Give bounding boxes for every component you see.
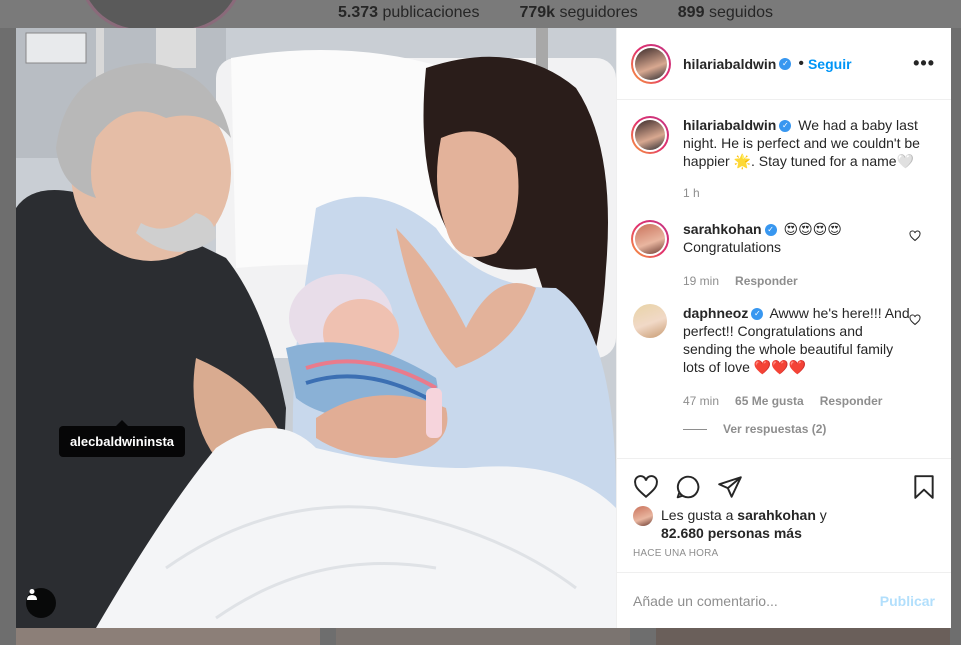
grid-thumbnail[interactable] [16, 628, 320, 645]
comment-icon[interactable] [675, 474, 701, 500]
like-comment-icon[interactable] [909, 314, 921, 326]
publish-button[interactable]: Publicar [880, 593, 935, 609]
view-replies-button[interactable]: Ver respuestas (2) [683, 422, 935, 436]
add-comment-bar: Publicar [617, 572, 951, 628]
likes-summary: Les gusta a sarahkohan y 82.680 personas… [617, 506, 951, 542]
view-replies-label: Ver respuestas (2) [723, 422, 827, 436]
comment-text-line2: Congratulations [683, 239, 782, 255]
heart-icon[interactable] [633, 474, 659, 500]
user-tag-toggle-button[interactable] [26, 588, 56, 618]
post-sidebar: hilariabaldwin ✓ • Seguir ••• hilariabal… [616, 28, 951, 628]
caption: hilariabaldwin ✓ We had a baby last night… [631, 116, 935, 202]
comment-time[interactable]: 19 min [683, 272, 719, 290]
reply-button[interactable]: Responder [735, 272, 798, 290]
stat-posts: 5.373 publicaciones [338, 4, 480, 21]
photo-user-tag[interactable]: alecbaldwininsta [59, 420, 186, 457]
share-icon[interactable] [717, 474, 743, 500]
stat-following[interactable]: 899 seguidos [678, 4, 773, 22]
caption-username[interactable]: hilariabaldwin [683, 117, 776, 133]
commenter-avatar[interactable] [633, 304, 667, 338]
comment-item: daphneoz ✓ Awww he's here!!! And perfect!… [631, 304, 935, 410]
caption-time[interactable]: 1 h [683, 184, 700, 202]
profile-grid-background [0, 628, 961, 645]
follow-button[interactable]: Seguir [808, 56, 852, 72]
commenter-avatar[interactable] [631, 220, 669, 258]
likes-count[interactable]: 82.680 personas más [661, 525, 802, 541]
verified-icon: ✓ [751, 308, 764, 321]
reply-button[interactable]: Responder [820, 392, 883, 410]
post-header: hilariabaldwin ✓ • Seguir ••• [617, 28, 951, 100]
likes-prefix: Les gusta a [661, 507, 734, 523]
commenter-username[interactable]: daphneoz [683, 305, 748, 321]
likes-suffix: y [819, 507, 827, 523]
user-tag-icon [27, 589, 37, 600]
caption-avatar[interactable] [631, 116, 669, 154]
author-avatar[interactable] [631, 43, 671, 84]
comment-input[interactable] [633, 592, 880, 609]
post-timestamp[interactable]: HACE UNA HORA [617, 542, 951, 572]
more-icon[interactable]: ••• [913, 53, 935, 74]
replies-divider [683, 428, 707, 430]
separator-dot: • [798, 54, 804, 72]
comment-item: sarahkohan ✓ 😍😍😍😍 Congratulations 19 min … [631, 220, 935, 290]
liker-username[interactable]: sarahkohan [737, 507, 816, 523]
grid-thumbnail[interactable] [656, 628, 950, 645]
stat-followers[interactable]: 779k seguidores [519, 4, 637, 22]
comment-likes[interactable]: 65 Me gusta [735, 392, 804, 410]
verified-icon: ✓ [779, 120, 792, 133]
verified-icon: ✓ [779, 57, 792, 70]
like-comment-icon[interactable] [909, 230, 921, 242]
author-username[interactable]: hilariabaldwin [683, 56, 776, 72]
comments-list[interactable]: hilariabaldwin ✓ We had a baby last night… [617, 100, 951, 458]
profile-header-background: 5.373 publicaciones 779k seguidores 899 … [0, 0, 961, 32]
post-photo-illustration [16, 28, 616, 628]
comment-time[interactable]: 47 min [683, 392, 719, 410]
verified-icon: ✓ [764, 224, 777, 237]
liker-avatar[interactable] [633, 506, 653, 526]
bookmark-icon[interactable] [911, 474, 937, 500]
comment-text: 😍😍😍😍 [783, 221, 842, 237]
grid-thumbnail[interactable] [336, 628, 630, 645]
post-modal: alecbaldwininsta hilariabaldwin ✓ • Segu… [16, 28, 951, 628]
action-bar [617, 458, 951, 506]
profile-stats: 5.373 publicaciones 779k seguidores 899 … [338, 4, 773, 22]
post-photo[interactable]: alecbaldwininsta [16, 28, 616, 628]
commenter-username[interactable]: sarahkohan [683, 221, 762, 237]
